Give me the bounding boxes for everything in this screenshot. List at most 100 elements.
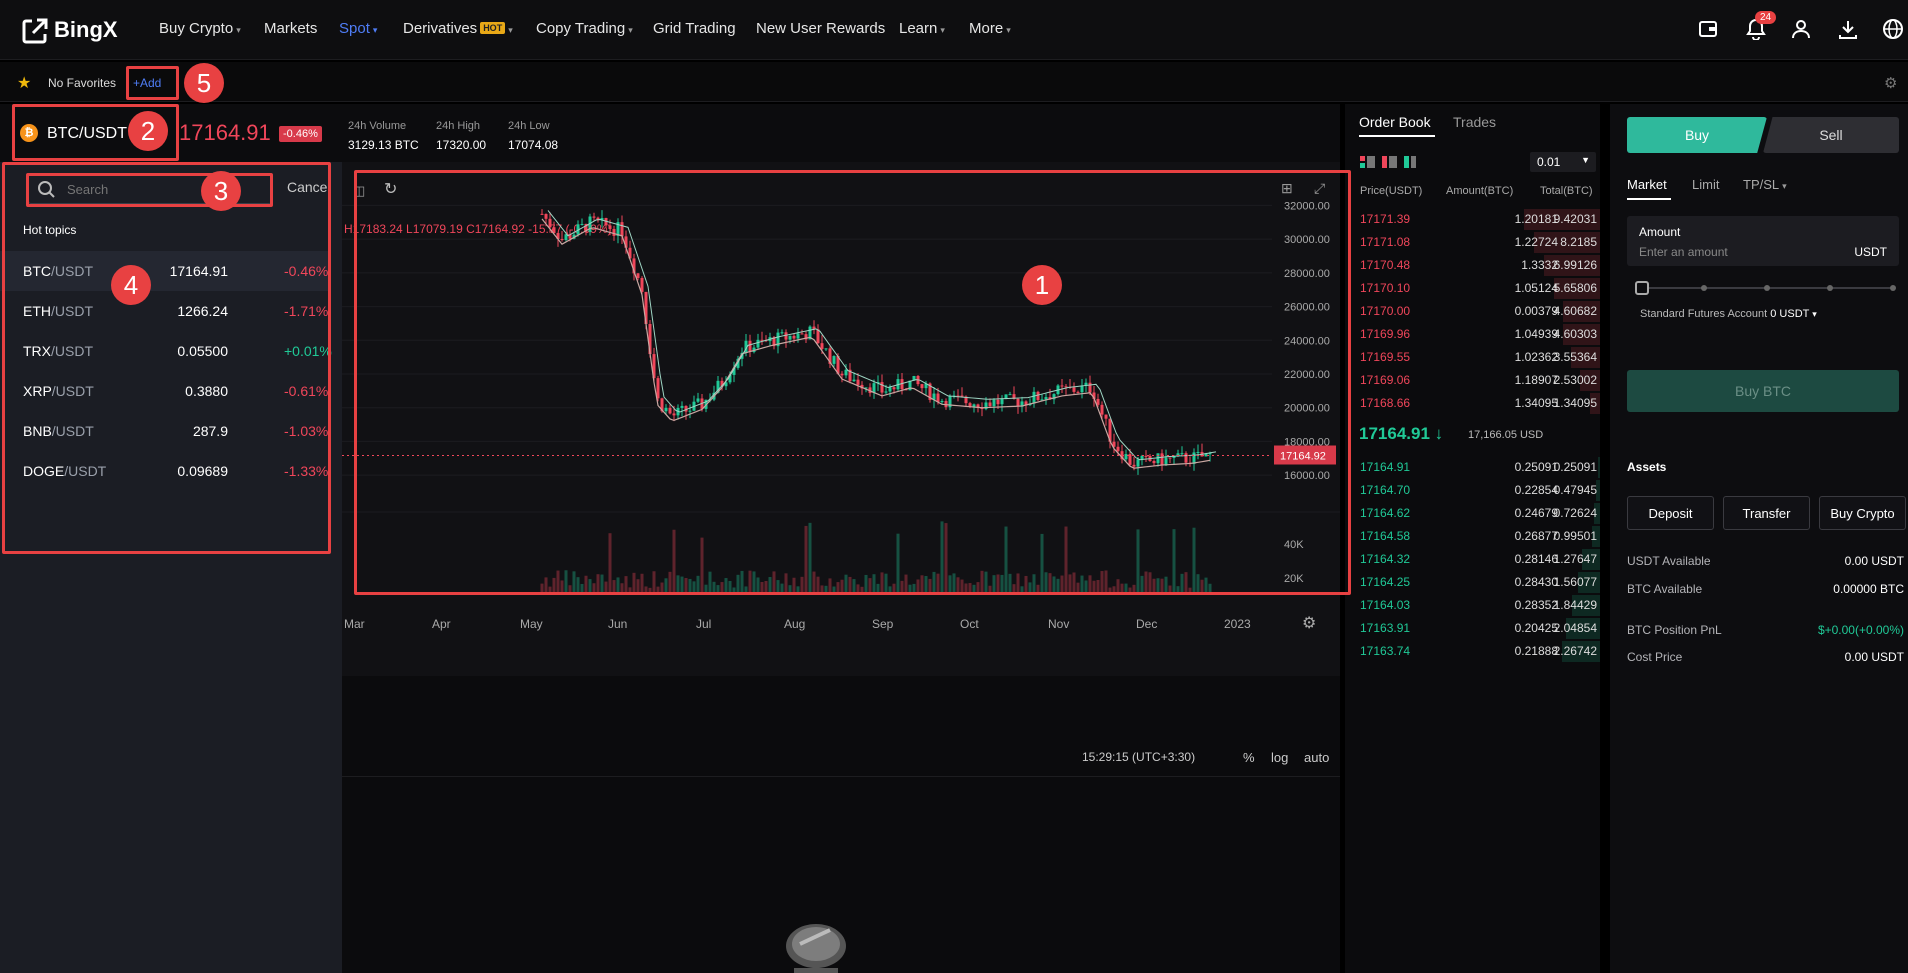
- nav-grid-trading[interactable]: Grid Trading: [653, 20, 736, 37]
- globe-icon[interactable]: [1882, 18, 1904, 40]
- orderbook-row[interactable]: 17164.91 0.25091 0.25091: [1345, 456, 1600, 479]
- time-axis-label: Jun: [608, 617, 627, 631]
- orderbook-row[interactable]: 17164.32 0.28146 1.27647: [1345, 548, 1600, 571]
- nav-markets[interactable]: Markets: [264, 20, 317, 37]
- cancel-button[interactable]: Cancel: [287, 179, 331, 195]
- price-chart[interactable]: ◫ ↻ ⊞ ⤢ H17183.24 L17079.19 C17164.92 -1…: [342, 162, 1340, 676]
- row-total: 5.65806: [1553, 281, 1597, 295]
- log-scale-toggle[interactable]: log: [1271, 750, 1288, 765]
- candle-body: [960, 395, 964, 397]
- buy-tab[interactable]: Buy: [1627, 117, 1767, 153]
- chart-settings-icon[interactable]: ⚙: [1302, 613, 1316, 632]
- pair-row-eth[interactable]: ETH/USDT 1266.24 -1.71%: [0, 291, 330, 331]
- external-link-icon[interactable]: [20, 16, 50, 46]
- volume-bar: [772, 571, 776, 592]
- buy-btc-button[interactable]: Buy BTC: [1627, 370, 1899, 412]
- nav-buy-crypto[interactable]: Buy Crypto ▾: [159, 20, 241, 37]
- time-axis-label: 2023: [1224, 617, 1251, 631]
- hot-badge: HOT: [480, 22, 506, 34]
- volume-bar: [668, 571, 672, 592]
- futures-account[interactable]: Standard Futures Account 0 USDT ▾: [1640, 308, 1817, 320]
- tab-order-book[interactable]: Order Book: [1359, 114, 1431, 130]
- volume-bar: [1140, 575, 1144, 592]
- row-price: 17171.08: [1360, 235, 1411, 249]
- orderbook-row[interactable]: 17163.74 0.21888 2.26742: [1345, 640, 1600, 663]
- deposit-button[interactable]: Deposit: [1627, 496, 1714, 530]
- volume-bar: [1112, 586, 1116, 592]
- order-type-limit[interactable]: Limit: [1692, 177, 1719, 192]
- orderbook-row[interactable]: 17164.58 0.26877 0.99501: [1345, 525, 1600, 548]
- logo[interactable]: BingX: [54, 17, 118, 43]
- volume-bar: [716, 585, 720, 592]
- row-total: 9.42031: [1553, 212, 1597, 226]
- precision-select[interactable]: 0.01 ▼: [1530, 152, 1596, 172]
- pair-row-doge[interactable]: DOGE/USDT 0.09689 -1.33%: [0, 451, 330, 491]
- user-icon[interactable]: [1790, 18, 1812, 40]
- volume-bar: [1164, 576, 1168, 592]
- candle-body: [1008, 394, 1012, 396]
- nav-more[interactable]: More ▾: [969, 20, 1011, 37]
- buy-crypto-button[interactable]: Buy Crypto: [1819, 496, 1906, 530]
- pair-row-btc[interactable]: BTC/USDT 17164.91 -0.46%: [0, 251, 330, 291]
- orderbook-row[interactable]: 17170.48 1.3332 6.99126: [1345, 254, 1600, 277]
- nav-derivatives[interactable]: Derivatives HOT ▾: [403, 20, 513, 37]
- tab-trades[interactable]: Trades: [1453, 114, 1496, 130]
- volume-bar: [1160, 578, 1164, 592]
- volume-bar: [828, 578, 832, 592]
- add-favorite-link[interactable]: +Add: [133, 76, 161, 90]
- slider-handle[interactable]: [1635, 281, 1649, 295]
- orderbook-row[interactable]: 17168.66 1.34095 1.34095: [1345, 392, 1600, 415]
- nav-spot[interactable]: Spot ▾: [339, 20, 377, 37]
- time-axis-label: Apr: [432, 617, 451, 631]
- orderbook-row[interactable]: 17170.00 0.00379 4.60682: [1345, 300, 1600, 323]
- pair-row-xrp[interactable]: XRP/USDT 0.3880 -0.61%: [0, 371, 330, 411]
- volume-bar: [1008, 573, 1012, 592]
- settings-gear-icon[interactable]: ⚙: [1884, 74, 1897, 92]
- orderbook-row[interactable]: 17164.70 0.22854 0.47945: [1345, 479, 1600, 502]
- volume-bar: [1208, 583, 1212, 592]
- pair-row-bnb[interactable]: BNB/USDT 287.9 -1.03%: [0, 411, 330, 451]
- row-amount: 0.26877: [1514, 529, 1558, 543]
- orderbook-row[interactable]: 17170.10 1.05124 5.65806: [1345, 277, 1600, 300]
- wallet-icon[interactable]: [1698, 19, 1718, 39]
- mid-price-usd: 17,166.05 USD: [1468, 429, 1544, 441]
- orderbook-row[interactable]: 17169.96 1.04939 4.60303: [1345, 323, 1600, 346]
- auto-scale-toggle[interactable]: auto: [1304, 750, 1329, 765]
- volume-bar: [692, 581, 696, 592]
- download-icon[interactable]: [1837, 18, 1859, 40]
- candlestick-chart[interactable]: 32000.00 30000.00 28000.00 26000.00 24000.00…: [342, 162, 1340, 676]
- depth-view-icon[interactable]: [1360, 156, 1416, 168]
- orderbook-row[interactable]: 17169.06 1.18907 2.53002: [1345, 369, 1600, 392]
- nav-new-user-rewards[interactable]: New User Rewards: [756, 20, 885, 37]
- stat-label: 24h Low: [508, 120, 550, 132]
- price-tick-label: 28000.00: [1284, 268, 1330, 280]
- amount-field[interactable]: Amount Enter an amount USDT: [1627, 216, 1899, 266]
- order-type-tpsl[interactable]: TP/SL ▾: [1743, 177, 1787, 192]
- candle-body: [852, 379, 856, 382]
- pair-row-trx[interactable]: TRX/USDT 0.05500 +0.01%: [0, 331, 332, 371]
- last-price-tag-label: 17164.92: [1280, 451, 1326, 463]
- orderbook-row[interactable]: 17164.03 0.28352 1.84429: [1345, 594, 1600, 617]
- order-type-market[interactable]: Market: [1627, 177, 1667, 192]
- orderbook-row[interactable]: 17164.25 0.28430 1.56077: [1345, 571, 1600, 594]
- orderbook-row[interactable]: 17171.39 1.20181 9.42031: [1345, 208, 1600, 231]
- percent-scale-toggle[interactable]: %: [1243, 750, 1255, 765]
- volume-bar: [688, 578, 692, 592]
- pair-selector[interactable]: BTC/USDT: [47, 125, 127, 143]
- row-price: 17164.03: [1360, 598, 1411, 612]
- balance-value: 0.00 USDT: [1844, 554, 1904, 568]
- sell-tab[interactable]: Sell: [1763, 117, 1899, 153]
- candle-body: [688, 410, 692, 412]
- orderbook-row[interactable]: 17163.91 0.20425 2.04854: [1345, 617, 1600, 640]
- volume-bar: [576, 577, 580, 592]
- amount-placeholder[interactable]: Enter an amount: [1639, 245, 1728, 259]
- transfer-button[interactable]: Transfer: [1723, 496, 1810, 530]
- orderbook-row[interactable]: 17171.08 1.22724 8.2185: [1345, 231, 1600, 254]
- orderbook-row[interactable]: 17169.55 1.02362 3.55364: [1345, 346, 1600, 369]
- orderbook-row[interactable]: 17164.62 0.24679 0.72624: [1345, 502, 1600, 525]
- nav-copy-trading[interactable]: Copy Trading ▾: [536, 20, 633, 37]
- nav-learn[interactable]: Learn ▾: [899, 20, 945, 37]
- candle-body: [680, 405, 684, 408]
- volume-bar: [804, 525, 808, 592]
- volume-bar: [780, 583, 784, 592]
